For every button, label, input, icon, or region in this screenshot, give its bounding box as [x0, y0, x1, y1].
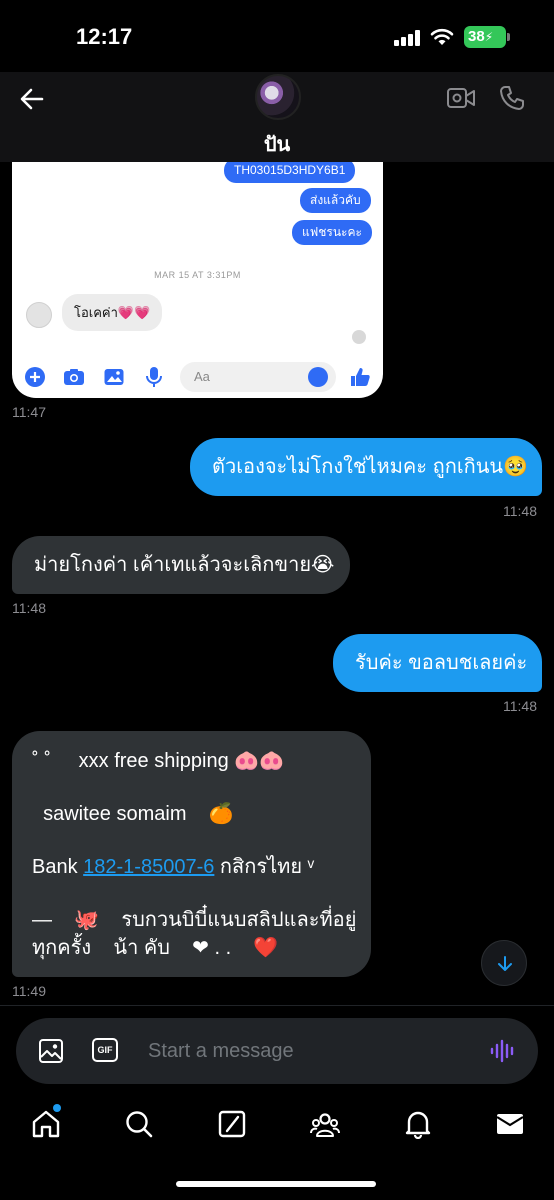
cellular-signal-icon: [394, 30, 420, 46]
phone-call-icon[interactable]: [498, 84, 526, 112]
mini-microphone-icon: [146, 367, 162, 387]
composer-bar: GIF Start a message: [0, 1005, 554, 1095]
mini-plus-icon: [25, 367, 45, 387]
message-timestamp: 11:48: [503, 698, 537, 714]
mini-sent-message: TH03015D3HDY6B1: [224, 162, 356, 183]
received-message-bubble[interactable]: ม่ายโกงค่า เค้าเทแล้วจะเลิกขาย😭: [12, 536, 350, 594]
notification-dot: [53, 1104, 61, 1112]
scroll-to-bottom-button[interactable]: [481, 940, 527, 986]
message-line: sawitee somaim 🍊: [32, 803, 234, 825]
message-line: ทุกครั้ง น้า คับ ❤ . . ❤️: [32, 937, 279, 959]
sent-message-bubble[interactable]: ตัวเองจะไม่โกงใช่ไหมคะ ถูกเกินน🥹: [190, 438, 542, 496]
message-timestamp: 11:48: [503, 503, 537, 519]
home-icon[interactable]: [31, 1109, 61, 1139]
message-line: — 🐙 รบกวนบิบี๋แนบสลิปและที่อยู่: [32, 909, 357, 931]
sent-message-bubble[interactable]: รับค่ะ ขอลบชเลยค่ะ: [333, 634, 542, 692]
message-timestamp: 11:48: [12, 600, 46, 616]
contact-name[interactable]: ปัน: [0, 128, 554, 160]
received-message-bubble[interactable]: ˚ ˚ xxx free shipping 🐽🐽 sawitee somaim …: [12, 731, 371, 977]
message-input[interactable]: Start a message: [148, 1018, 294, 1084]
voice-message-icon[interactable]: [490, 1038, 516, 1064]
home-indicator: [176, 1181, 376, 1187]
message-composer: GIF Start a message: [16, 1018, 538, 1084]
arrow-down-icon: [498, 956, 512, 971]
mini-message-input: Aa: [180, 362, 336, 392]
back-arrow-icon[interactable]: [18, 85, 46, 113]
message-text: ม่ายโกงค่า เค้าเทแล้วจะเลิกขาย😭: [34, 554, 335, 576]
battery-icon: 38⚡: [464, 26, 506, 48]
mini-composer-toolbar: Aa: [12, 360, 383, 394]
message-text: ตัวเองจะไม่โกงใช่ไหมคะ ถูกเกินน🥹: [212, 456, 529, 478]
status-time: 12:17: [76, 24, 133, 49]
search-icon[interactable]: [124, 1109, 154, 1139]
mini-thumbs-up-icon: [351, 368, 370, 386]
mini-avatar: [26, 302, 52, 328]
bank-suffix: กสิกรไทย ᵛ: [214, 856, 315, 878]
shared-screenshot-image[interactable]: TH03015D3HDY6B1 ส่งแล้วคับ แฟชรนะคะ MAR …: [12, 162, 383, 398]
battery-level: 38: [468, 28, 485, 45]
mini-gallery-icon: [104, 369, 124, 385]
bottom-navigation: [0, 1095, 554, 1200]
battery-cap: [507, 33, 510, 41]
mini-date-label: MAR 15 AT 3:31PM: [154, 270, 241, 280]
messages-envelope-icon[interactable]: [495, 1109, 525, 1139]
mini-sent-message: ส่งแล้วคับ: [300, 188, 371, 213]
message-text: รับค่ะ ขอลบชเลยค่ะ: [355, 652, 528, 674]
status-bar: 12:17 38⚡: [0, 0, 554, 72]
image-attach-icon[interactable]: [38, 1038, 64, 1064]
bank-line: Bank 182-1-85007-6 กสิกรไทย ᵛ: [32, 853, 353, 881]
mini-received-message: โอเคค่า💗💗: [62, 294, 163, 331]
mini-sent-message: แฟชรนะคะ: [292, 220, 372, 245]
bank-prefix: Bank: [32, 856, 84, 878]
mini-camera-icon: [64, 369, 84, 385]
mini-emoji-icon: [308, 367, 328, 387]
video-call-icon[interactable]: [446, 86, 476, 110]
notifications-bell-icon[interactable]: [403, 1109, 433, 1139]
mini-seen-indicator: [352, 330, 366, 344]
gif-icon[interactable]: GIF: [92, 1038, 118, 1062]
grok-icon[interactable]: [217, 1109, 247, 1139]
message-timestamp: 11:47: [12, 404, 46, 420]
communities-icon[interactable]: [310, 1109, 340, 1139]
chat-header: ปัน: [0, 72, 554, 162]
message-timestamp: 11:49: [12, 983, 46, 999]
message-line: ˚ ˚ xxx free shipping 🐽🐽: [32, 750, 285, 772]
wifi-icon: [430, 28, 454, 45]
contact-avatar[interactable]: [255, 74, 301, 120]
mini-input-placeholder: Aa: [194, 369, 210, 384]
bank-account-link[interactable]: 182-1-85007-6: [83, 856, 214, 878]
